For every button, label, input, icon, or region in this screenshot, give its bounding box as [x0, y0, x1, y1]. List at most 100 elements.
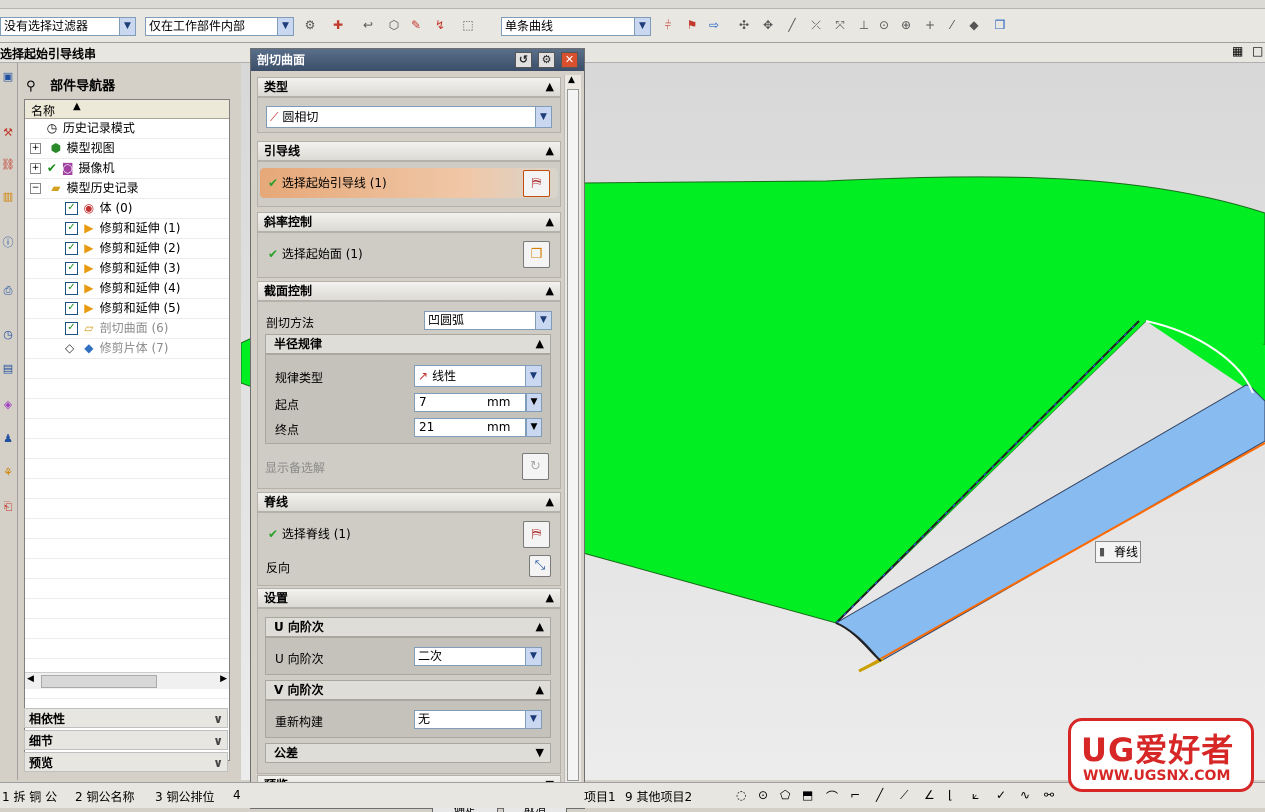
chevron-up-icon[interactable]: ▲	[546, 78, 554, 96]
snap-on-curve-icon[interactable]: ⁄	[944, 17, 960, 33]
group-slope-header[interactable]: 斜率控制 ▲	[257, 212, 561, 232]
horizontal-scrollbar[interactable]: ◀ ▶	[25, 672, 229, 689]
snap-face-icon[interactable]: ⬒	[802, 788, 813, 802]
chevron-down-icon[interactable]: ▼	[277, 18, 293, 35]
filter-item-2[interactable]: 2 铜公名称	[75, 788, 134, 805]
tree-item-section-surface[interactable]: ✓ ▱ 剖切曲面 (6)	[25, 319, 229, 339]
follow-fillet-icon[interactable]: ⚑	[684, 17, 700, 33]
maximize-icon[interactable]: □	[1252, 44, 1263, 58]
assembly-navigator-tab-icon[interactable]: ⚒	[0, 123, 16, 143]
visibility-checkbox[interactable]: ✓	[65, 222, 78, 235]
part-navigator-tab-icon[interactable]: ▣	[0, 67, 16, 87]
snap-quadrant-icon[interactable]: ⊕	[898, 17, 914, 33]
angle-tool-icon[interactable]: ∠	[924, 788, 935, 802]
palette-tab-icon[interactable]: ⚘	[0, 463, 16, 483]
tree-item-model-views[interactable]: + ⬢ 模型视图	[25, 139, 229, 159]
selection-scope-combo[interactable]: 仅在工作部件内部 ▼	[145, 17, 294, 36]
snap-arc-label-icon[interactable]: ⌒	[826, 788, 838, 805]
stop-at-intersection-icon[interactable]: ⫩	[660, 17, 676, 33]
tree-item-trim-extend-5[interactable]: ✓ ▶ 修剪和延伸 (5)	[25, 299, 229, 319]
reverse-direction-button[interactable]: ⤡	[529, 555, 551, 577]
group-type-header[interactable]: 类型 ▲	[257, 77, 561, 97]
panel-preview[interactable]: 预览 ∨	[24, 752, 228, 772]
expand-icon[interactable]: +	[30, 143, 41, 154]
web-browser-tab-icon[interactable]: ⎙	[0, 281, 16, 301]
end-value-menu-button[interactable]: ▼	[526, 418, 542, 437]
chevron-down-icon[interactable]: ∨	[213, 709, 223, 729]
filter-item-3[interactable]: 3 铜公排位	[155, 788, 214, 805]
select-spine-button[interactable]: ⛿	[523, 521, 550, 548]
snap-tangent-icon[interactable]: ⊥	[856, 17, 872, 33]
snap-point-icon[interactable]: ↯	[432, 17, 448, 33]
general-selection-icon[interactable]: ⚙	[302, 17, 318, 33]
undo-list-icon[interactable]: ↩	[360, 17, 376, 33]
line-tool-icon[interactable]: ╱	[876, 788, 883, 802]
chevron-down-icon[interactable]: ▼	[525, 366, 541, 386]
constraint-navigator-tab-icon[interactable]: ⛓	[0, 155, 16, 175]
info-tab-icon[interactable]: ⓘ	[0, 233, 16, 253]
chevron-up-icon[interactable]: ▲	[546, 493, 554, 511]
chevron-up-icon[interactable]: ▲	[536, 618, 544, 636]
chevron-up-icon[interactable]: ▲	[546, 589, 554, 607]
settings-gear-icon[interactable]: ⚙	[538, 52, 555, 68]
type-select[interactable]: ⟋ 圆相切 ▼	[266, 106, 552, 128]
subgroup-radius-header[interactable]: 半径规律 ▲	[265, 334, 551, 354]
select-curve-button[interactable]: ⛿	[523, 170, 550, 197]
process-studio-tab-icon[interactable]: ◈	[0, 395, 16, 415]
group-settings-header[interactable]: 设置 ▲	[257, 588, 561, 608]
snap-line-icon[interactable]: ╱	[784, 17, 800, 33]
type-filter-combo[interactable]: 没有选择过滤器 ▼	[0, 17, 136, 36]
sort-ascending-icon[interactable]: ▲	[73, 101, 81, 112]
system-materials-tab-icon[interactable]: ▤	[0, 359, 16, 379]
close-icon[interactable]: ✕	[561, 52, 578, 68]
chevron-down-icon[interactable]: ▼	[634, 18, 650, 35]
snap-on-surface-icon[interactable]: ◆	[966, 17, 982, 33]
selection-intent-icon[interactable]: ✚	[330, 17, 346, 33]
chevron-down-icon[interactable]: ▼	[525, 711, 541, 728]
select-start-face-row[interactable]: ✔ 选择起始面 (1)	[260, 239, 510, 269]
scroll-thumb[interactable]	[41, 675, 157, 688]
chevron-down-icon[interactable]: ▼	[119, 18, 135, 35]
panel-details[interactable]: 细节 ∨	[24, 730, 228, 750]
tree-item-body[interactable]: ✓ ◉ 体 (0)	[25, 199, 229, 219]
chevron-down-icon[interactable]: ▼	[525, 648, 541, 665]
group-spine-header[interactable]: 脊线 ▲	[257, 492, 561, 512]
tree-item-model-history[interactable]: − ▰ 模型历史记录	[25, 179, 229, 199]
reset-icon[interactable]: ↺	[515, 52, 532, 68]
curve-rule-combo[interactable]: 单条曲线 ▼	[501, 17, 651, 36]
grid-icon[interactable]: ▦	[1232, 44, 1243, 58]
reuse-library-tab-icon[interactable]: ▥	[0, 187, 16, 207]
chevron-down-icon[interactable]: ∨	[213, 731, 223, 751]
section-method-select[interactable]: 凹圆弧 ▼	[424, 311, 552, 330]
visibility-checkbox[interactable]: ✓	[65, 322, 78, 335]
end-value-input[interactable]: 21 mm	[414, 418, 526, 437]
scroll-up-icon[interactable]: ▲	[568, 75, 575, 85]
curve-tool-icon[interactable]: ∿	[1020, 788, 1030, 802]
chevron-down-icon[interactable]: ▼	[535, 107, 551, 127]
expand-icon[interactable]: +	[30, 163, 41, 174]
select-start-guide-row[interactable]: ✔ 选择起始引导线 (1)	[260, 168, 558, 198]
snap-polygon-icon[interactable]: ⬠	[780, 788, 790, 802]
scroll-left-icon[interactable]: ◀	[27, 674, 34, 684]
snap-intersection-icon[interactable]: ⤧	[832, 17, 848, 33]
chevron-down-icon[interactable]: ▼	[535, 312, 551, 329]
dialog-vertical-scrollbar[interactable]: ▲ ▼	[564, 75, 581, 793]
rebuild-select[interactable]: 无 ▼	[414, 710, 542, 729]
tree-item-trim-extend-3[interactable]: ✓ ▶ 修剪和延伸 (3)	[25, 259, 229, 279]
u-degree-select[interactable]: 二次 ▼	[414, 647, 542, 666]
shaded-cube-icon[interactable]: ❒	[992, 17, 1008, 33]
chevron-up-icon[interactable]: ▲	[546, 282, 554, 300]
snap-circle-icon[interactable]: ◌	[736, 788, 746, 802]
chevron-down-icon[interactable]: ∨	[213, 753, 223, 773]
start-value-menu-button[interactable]: ▼	[526, 393, 542, 412]
visibility-checkbox[interactable]: ✓	[65, 302, 78, 315]
visibility-checkbox[interactable]: ✓	[65, 262, 78, 275]
select-face-button[interactable]: ❒	[523, 241, 550, 268]
start-value-input[interactable]: 7 mm	[414, 393, 526, 412]
snap-arc-icon[interactable]: ⊙	[758, 788, 768, 802]
tree-item-trim-extend-4[interactable]: ✓ ▶ 修剪和延伸 (4)	[25, 279, 229, 299]
deselect-icon[interactable]: ✎	[408, 17, 424, 33]
subgroup-u-degree-header[interactable]: U 向阶次 ▲	[265, 617, 551, 637]
panel-dependencies[interactable]: 相依性 ∨	[24, 708, 228, 728]
snap-endpoint-icon[interactable]: ✣	[736, 17, 752, 33]
